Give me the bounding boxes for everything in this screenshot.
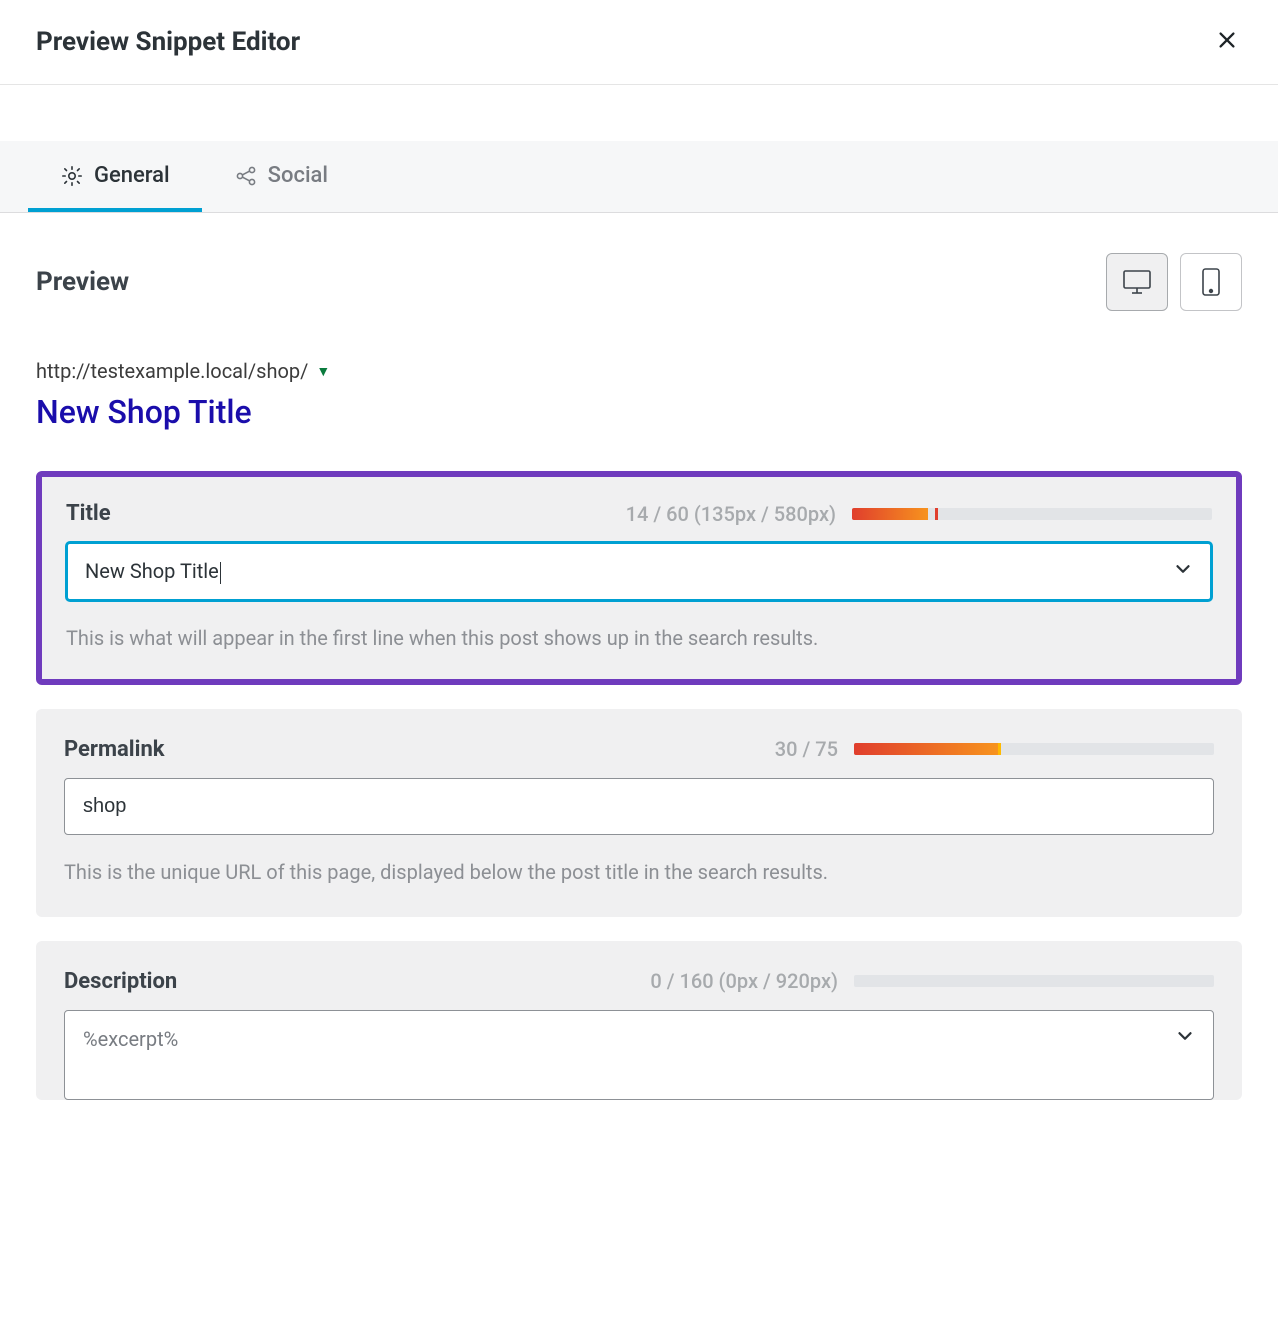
title-input-value: New Shop Title bbox=[85, 559, 219, 583]
permalink-progress bbox=[854, 743, 1214, 755]
tab-social[interactable]: Social bbox=[202, 141, 360, 212]
title-help: This is what will appear in the first li… bbox=[66, 623, 1212, 653]
preview-label: Preview bbox=[36, 267, 129, 297]
title-field-card: Title 14 / 60 (135px / 580px) New Shop T… bbox=[36, 471, 1242, 685]
modal-title: Preview Snippet Editor bbox=[36, 27, 300, 57]
device-toggle-group bbox=[1106, 253, 1242, 311]
chevron-down-icon bbox=[1172, 558, 1194, 580]
serp-url-row[interactable]: http://testexample.local/shop/ ▼ bbox=[36, 359, 1242, 383]
serp-title[interactable]: New Shop Title bbox=[36, 393, 1242, 431]
tab-general[interactable]: General bbox=[28, 141, 202, 212]
description-input-value: %excerpt% bbox=[83, 1027, 178, 1051]
share-icon bbox=[234, 164, 258, 188]
description-field-card: Description 0 / 160 (0px / 920px) %excer… bbox=[36, 941, 1242, 1100]
permalink-label: Permalink bbox=[64, 737, 165, 762]
permalink-counter: 30 / 75 bbox=[775, 737, 838, 761]
device-desktop-button[interactable] bbox=[1106, 253, 1168, 311]
caret-down-icon: ▼ bbox=[316, 363, 330, 380]
permalink-field-card: Permalink 30 / 75 This is the unique URL… bbox=[36, 709, 1242, 917]
description-label: Description bbox=[64, 969, 177, 994]
device-mobile-button[interactable] bbox=[1180, 253, 1242, 311]
description-variables-toggle[interactable] bbox=[1174, 1025, 1196, 1051]
title-variables-toggle[interactable] bbox=[1172, 558, 1194, 584]
title-label: Title bbox=[66, 501, 111, 526]
mobile-icon bbox=[1201, 267, 1221, 297]
title-input-row: New Shop Title bbox=[66, 542, 1212, 601]
tabs: General Social bbox=[0, 141, 1278, 213]
modal-header: Preview Snippet Editor bbox=[0, 0, 1278, 85]
close-icon bbox=[1216, 29, 1238, 51]
content: Preview http://testexample.local/shop/ ▼… bbox=[0, 213, 1278, 1100]
desktop-icon bbox=[1122, 269, 1152, 295]
permalink-help: This is the unique URL of this page, dis… bbox=[64, 857, 1214, 887]
serp-url-text: http://testexample.local/shop/ bbox=[36, 359, 308, 383]
permalink-input-row bbox=[64, 778, 1214, 835]
tab-general-label: General bbox=[94, 163, 170, 188]
chevron-down-icon bbox=[1174, 1025, 1196, 1047]
title-input[interactable]: New Shop Title bbox=[66, 542, 1212, 601]
description-progress bbox=[854, 975, 1214, 987]
gear-icon bbox=[60, 164, 84, 188]
preview-section-header: Preview bbox=[36, 253, 1242, 311]
close-button[interactable] bbox=[1212, 24, 1242, 60]
description-input-row: %excerpt% bbox=[64, 1010, 1214, 1100]
title-progress bbox=[852, 508, 1212, 520]
description-counter: 0 / 160 (0px / 920px) bbox=[650, 969, 838, 993]
tab-social-label: Social bbox=[268, 163, 328, 188]
title-counter: 14 / 60 (135px / 580px) bbox=[626, 502, 836, 526]
permalink-input[interactable] bbox=[64, 778, 1214, 835]
description-input[interactable]: %excerpt% bbox=[64, 1010, 1214, 1100]
